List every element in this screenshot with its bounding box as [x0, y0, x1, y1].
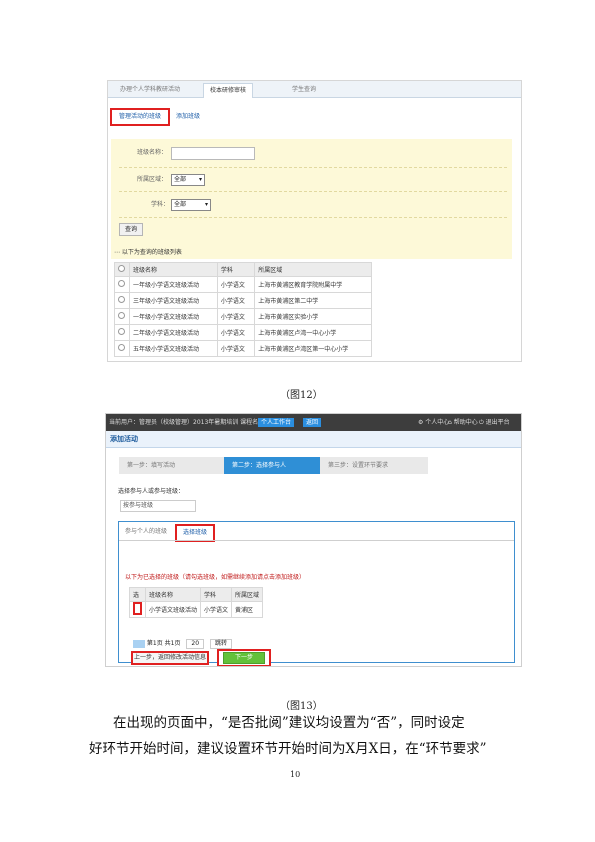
subject-value: 全部: [174, 201, 187, 208]
column-header: 班级名称: [129, 262, 218, 277]
power-icon: ⏻: [479, 419, 486, 426]
column-header: 所属区域: [231, 587, 264, 602]
row-radio[interactable]: [118, 280, 125, 287]
region-value: 全部: [174, 176, 187, 183]
class-name-input[interactable]: [171, 147, 255, 160]
workbench-badge[interactable]: 个人工作台: [258, 418, 295, 427]
cell-name: 二年级小学语文班级活动: [129, 324, 218, 341]
tab-teaching-activity[interactable]: 办理个人学科教研活动: [114, 83, 186, 97]
pager: 第1页 共1页 20 跳转: [133, 639, 232, 649]
page-title: 添加活动: [106, 431, 521, 448]
cell-subject: 小学语文: [216, 308, 256, 325]
region-select[interactable]: 全部 ▾: [171, 174, 205, 186]
cell-subject: 小学语文: [216, 292, 256, 309]
page-number: 10: [290, 770, 301, 779]
next-button-frame: 下一步: [217, 649, 271, 666]
table-header-row: 班级名称 学科 所属区域: [114, 262, 372, 277]
table-row[interactable]: 一年级小学语文班级活动 小学语文 上海市黄浦区实验小学: [114, 308, 372, 325]
table-row[interactable]: 五年级小学语文班级活动 小学语文 上海市黄浦区卢湾区第一中心小学: [114, 340, 372, 357]
cell-subject: 小学语文: [216, 340, 256, 357]
pager-block: [133, 639, 145, 648]
tab-manage-classes[interactable]: 管理活动的班级: [110, 108, 170, 126]
row-radio[interactable]: [118, 344, 125, 351]
logout-link[interactable]: ⏻ 退出平台: [479, 419, 510, 427]
pager-go-button[interactable]: 跳转: [209, 639, 232, 649]
chevron-down-icon: ▾: [204, 201, 208, 208]
tab-student-query[interactable]: 学生查询: [286, 83, 322, 97]
query-button[interactable]: 查询: [119, 223, 143, 236]
cell-subject: 小学语文: [216, 324, 256, 341]
figure-12-caption: （图12）: [280, 390, 323, 401]
cell-region: 上海市黄浦区卢湾区第一中心小学: [254, 340, 372, 357]
return-badge[interactable]: 返回: [303, 418, 322, 427]
cell-name: 一年级小学语文班级活动: [129, 276, 218, 293]
tab-school-review[interactable]: 校本研修审核: [203, 83, 254, 98]
table-header-row: 选 班级名称 学科 所属区域: [129, 587, 264, 602]
cell-region: 黄浦区: [231, 601, 264, 618]
top-bar: 当前用户：管理员（校级管理）2013年暑期培训 课程名称： 2013 个人工作台…: [106, 414, 521, 431]
step-1: 第一步：填写活动: [119, 457, 228, 474]
figure-13-screenshot: 当前用户：管理员（校级管理）2013年暑期培训 课程名称： 2013 个人工作台…: [105, 413, 522, 667]
region-label: 所属区域：: [137, 176, 168, 183]
search-form: 班级名称： 所属区域： 全部 ▾ 学科： 全部 ▾ 查询: [111, 139, 512, 259]
subtab-bar: 管理活动的班级 添加班级: [108, 105, 521, 127]
step-2: 第二步：选择参与人: [224, 457, 324, 474]
step-3: 第三步：设置环节要求: [320, 457, 428, 474]
selection-hint: 以下为已选择的班级（请勾选班级，如需继续添加请点击添加班级）: [125, 574, 306, 581]
table-row[interactable]: 一年级小学语文班级活动 小学语文 上海市黄浦区教育学院附属中学: [114, 276, 372, 293]
row-radio[interactable]: [118, 312, 125, 319]
cell-name: 五年级小学语文班级活动: [129, 340, 218, 357]
cell-name: 三年级小学语文班级活动: [129, 292, 218, 309]
cell-name: 一年级小学语文班级活动: [129, 308, 218, 325]
divider: [119, 217, 507, 218]
table-row[interactable]: 二年级小学语文班级活动 小学语文 上海市黄浦区卢湾一中心小学: [114, 324, 372, 341]
radio-icon: [118, 265, 125, 272]
tab-add-class[interactable]: 添加班级: [176, 113, 200, 121]
divider: [119, 191, 507, 192]
cell-name: 小学语文班级活动: [144, 601, 202, 618]
table-row[interactable]: 三年级小学语文班级活动 小学语文 上海市黄浦区第二中学: [114, 292, 372, 309]
participant-label: 选择参与人或参与班级：: [118, 488, 185, 495]
personal-center-link[interactable]: ⚙ 个人中心: [418, 419, 449, 427]
list-title: ⋯ 以下为查询的班级列表: [114, 249, 182, 256]
figure-12-screenshot: 办理个人学科教研活动 校本研修审核 学生查询 管理活动的班级 添加班级 班级名称…: [107, 80, 522, 362]
subject-label: 学科：: [151, 201, 170, 208]
class-name-label: 班级名称：: [137, 149, 168, 156]
panel-divider: [119, 540, 514, 541]
selected-class-table: 选 班级名称 学科 所属区域 小学语文班级活动 小学语文 黄浦区: [129, 587, 264, 618]
row-radio[interactable]: [118, 328, 125, 335]
cell-region: 上海市黄浦区第二中学: [254, 292, 372, 309]
column-header: 学科: [216, 262, 256, 277]
help-center-link[interactable]: ⌂ 帮助中心: [448, 419, 478, 427]
column-header: 学科: [200, 587, 233, 602]
column-header: 选: [129, 587, 146, 602]
tab-participant-classes[interactable]: 参与个人的班级: [125, 528, 167, 536]
table-row[interactable]: 小学语文班级活动 小学语文 黄浦区: [129, 601, 264, 618]
cell-subject: 小学语文: [200, 601, 233, 618]
next-button[interactable]: 下一步: [223, 652, 265, 664]
select-header: [114, 262, 130, 277]
class-panel: 参与个人的班级 选择班级 以下为已选择的班级（请勾选班级，如需继续添加请点击添加…: [118, 521, 515, 666]
pager-text: 第1页 共1页: [146, 640, 181, 647]
paragraph-line-2: 好环节开始时间，建议设置环节开始时间为X月X日，在“环节要求”: [89, 741, 487, 757]
cell-region: 上海市黄浦区卢湾一中心小学: [254, 324, 372, 341]
paragraph-line-1: 在出现的页面中，“是否批阅”建议均设置为“否”，同时设定: [113, 715, 465, 731]
divider: [119, 167, 507, 168]
list-icon: ⋯: [114, 249, 122, 256]
chevron-down-icon: ▾: [198, 176, 202, 183]
class-table: 班级名称 学科 所属区域 一年级小学语文班级活动 小学语文 上海市黄浦区教育学院附属…: [114, 262, 372, 357]
row-radio[interactable]: [118, 296, 125, 303]
cell-subject: 小学语文: [216, 276, 256, 293]
top-tab-bar: 办理个人学科教研活动 校本研修审核 学生查询: [108, 81, 521, 98]
page-size-input[interactable]: 20: [186, 639, 205, 649]
column-header: 所属区域: [254, 262, 372, 277]
cell-region: 上海市黄浦区实验小学: [254, 308, 372, 325]
subject-select[interactable]: 全部 ▾: [171, 199, 211, 211]
cell-region: 上海市黄浦区教育学院附属中学: [254, 276, 372, 293]
row-checkbox[interactable]: [133, 602, 142, 615]
column-header: 班级名称: [144, 587, 202, 602]
back-button[interactable]: 上一步，返回修改活动信息: [131, 651, 209, 665]
participant-select[interactable]: 按参与班级: [120, 500, 196, 512]
